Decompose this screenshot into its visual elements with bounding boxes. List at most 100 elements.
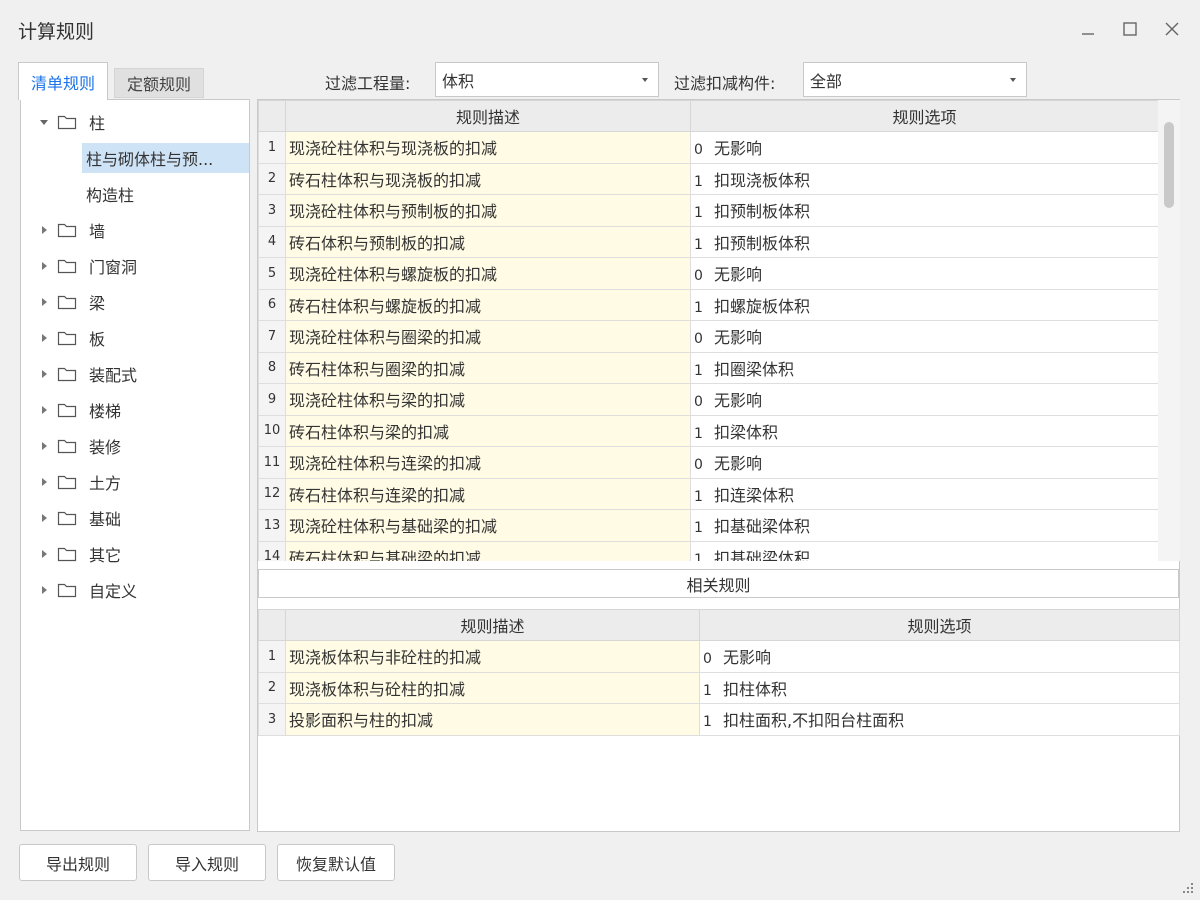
folder-icon (57, 403, 77, 418)
rule-option-cell[interactable]: 0 无影响 (690, 257, 1158, 290)
tree-node-label: 装修 (89, 438, 122, 457)
rule-option-cell[interactable]: 1 扣连梁体积 (690, 477, 1158, 510)
rule-option-cell[interactable]: 1 扣柱面积,不扣阳台柱面积 (699, 703, 1180, 736)
rule-option-cell[interactable]: 0 无影响 (690, 320, 1158, 353)
column-header-description[interactable]: 规则描述 (285, 100, 691, 132)
tab-quota-rules[interactable]: 定额规则 (114, 68, 204, 98)
tree-child-construction-column[interactable]: 构造柱 (82, 179, 134, 209)
rule-option-cell[interactable]: 1 扣预制板体积 (690, 225, 1158, 258)
quantity-filter-select[interactable]: 体积 (435, 62, 659, 97)
tree-node-3[interactable]: 板 (39, 323, 239, 353)
table-row[interactable]: 13 现浇砼柱体积与基础梁的扣减 1 扣基础梁体积 (258, 509, 1158, 542)
rule-option-cell[interactable]: 1 扣圈梁体积 (690, 351, 1158, 384)
rule-description-cell[interactable]: 现浇砼柱体积与预制板的扣减 (285, 194, 691, 227)
component-filter-value: 全部 (810, 71, 843, 91)
table-row[interactable]: 9 现浇砼柱体积与梁的扣减 0 无影响 (258, 383, 1158, 416)
table-row[interactable]: 7 现浇砼柱体积与圈梁的扣减 0 无影响 (258, 320, 1158, 353)
export-rules-button[interactable]: 导出规则 (19, 844, 137, 881)
tree-child-column-masonry[interactable]: 柱与砌体柱与预... (82, 143, 249, 173)
table-row[interactable]: 14 砖石柱体积与基础梁的扣减 1 扣基础梁体积 (258, 540, 1158, 561)
table-row[interactable]: 4 砖石体积与预制板的扣减 1 扣预制板体积 (258, 225, 1158, 258)
rule-option-cell[interactable]: 1 扣梁体积 (690, 414, 1158, 447)
rule-description-cell[interactable]: 现浇砼柱体积与螺旋板的扣减 (285, 257, 691, 290)
table-row[interactable]: 1 现浇砼柱体积与现浇板的扣减 0 无影响 (258, 131, 1158, 164)
scrollbar-thumb[interactable] (1164, 122, 1174, 208)
rule-description-cell[interactable]: 砖石柱体积与基础梁的扣减 (285, 540, 691, 561)
table-row[interactable]: 3 投影面积与柱的扣减 1 扣柱面积,不扣阳台柱面积 (258, 703, 1180, 736)
import-rules-button[interactable]: 导入规则 (148, 844, 266, 881)
rule-description-cell[interactable]: 现浇砼柱体积与基础梁的扣减 (285, 509, 691, 542)
rule-description-cell[interactable]: 砖石柱体积与梁的扣减 (285, 414, 691, 447)
column-header-option[interactable]: 规则选项 (690, 100, 1158, 132)
column-header-option[interactable]: 规则选项 (699, 609, 1180, 641)
rule-description-cell[interactable]: 投影面积与柱的扣减 (285, 703, 700, 736)
tree-node-column[interactable]: 柱 (39, 107, 239, 137)
option-code: 1 (694, 362, 703, 379)
rule-description-cell[interactable]: 现浇板体积与砼柱的扣减 (285, 671, 700, 704)
rule-option-cell[interactable]: 0 无影响 (690, 383, 1158, 416)
rule-option-cell[interactable]: 1 扣现浇板体积 (690, 162, 1158, 195)
rule-option-cell[interactable]: 1 扣基础梁体积 (690, 509, 1158, 542)
restore-defaults-button[interactable]: 恢复默认值 (277, 844, 395, 881)
rule-description-cell[interactable]: 砖石柱体积与现浇板的扣减 (285, 162, 691, 195)
rule-option-cell[interactable]: 1 扣柱体积 (699, 671, 1180, 704)
option-text: 扣预制板体积 (714, 202, 811, 222)
rule-option-cell[interactable]: 1 扣基础梁体积 (690, 540, 1158, 561)
tree-node-2[interactable]: 梁 (39, 287, 239, 317)
rule-description-cell[interactable]: 现浇板体积与非砼柱的扣减 (285, 640, 700, 673)
tree-node-9[interactable]: 其它 (39, 539, 239, 569)
tab-bill-rules[interactable]: 清单规则 (18, 62, 108, 100)
table-row[interactable]: 1 现浇板体积与非砼柱的扣减 0 无影响 (258, 640, 1180, 673)
minimize-button[interactable] (1075, 16, 1101, 42)
table-row[interactable]: 8 砖石柱体积与圈梁的扣减 1 扣圈梁体积 (258, 351, 1158, 384)
rule-description-cell[interactable]: 砖石柱体积与连梁的扣减 (285, 477, 691, 510)
row-number: 2 (258, 671, 286, 704)
option-text: 扣预制板体积 (714, 233, 811, 253)
related-rules-table: 规则描述 规则选项 1 现浇板体积与非砼柱的扣减 0 无影响 2 现浇板体积与砼柱的扣减 1… (258, 609, 1180, 736)
tree-node-5[interactable]: 楼梯 (39, 395, 239, 425)
row-number: 11 (258, 446, 286, 479)
table-row[interactable]: 2 现浇板体积与砼柱的扣减 1 扣柱体积 (258, 671, 1180, 704)
rule-description-cell[interactable]: 砖石柱体积与螺旋板的扣减 (285, 288, 691, 321)
tree-node-7[interactable]: 土方 (39, 467, 239, 497)
tree-node-1[interactable]: 门窗洞 (39, 251, 239, 281)
rule-option-cell[interactable]: 0 无影响 (690, 446, 1158, 479)
tree-node-label: 土方 (89, 474, 122, 493)
rule-option-cell[interactable]: 1 扣螺旋板体积 (690, 288, 1158, 321)
maximize-button[interactable] (1117, 16, 1143, 42)
rule-description-cell[interactable]: 砖石柱体积与圈梁的扣减 (285, 351, 691, 384)
folder-icon (57, 475, 77, 490)
rule-description-cell[interactable]: 现浇砼柱体积与连梁的扣减 (285, 446, 691, 479)
option-text: 扣连梁体积 (714, 485, 795, 505)
tree-node-8[interactable]: 基础 (39, 503, 239, 533)
rule-description-cell[interactable]: 现浇砼柱体积与圈梁的扣减 (285, 320, 691, 353)
option-text: 无影响 (714, 328, 763, 348)
tree-node-6[interactable]: 装修 (39, 431, 239, 461)
tree-node-label: 楼梯 (89, 402, 122, 421)
table-row[interactable]: 12 砖石柱体积与连梁的扣减 1 扣连梁体积 (258, 477, 1158, 510)
rule-option-cell[interactable]: 1 扣预制板体积 (690, 194, 1158, 227)
rule-description-cell[interactable]: 现浇砼柱体积与现浇板的扣减 (285, 131, 691, 164)
table-row[interactable]: 5 现浇砼柱体积与螺旋板的扣减 0 无影响 (258, 257, 1158, 290)
close-button[interactable] (1159, 16, 1185, 42)
rule-option-cell[interactable]: 0 无影响 (690, 131, 1158, 164)
table-row[interactable]: 6 砖石柱体积与螺旋板的扣减 1 扣螺旋板体积 (258, 288, 1158, 321)
title-bar: 计算规则 (0, 0, 1200, 60)
tree-node-4[interactable]: 装配式 (39, 359, 239, 389)
component-filter-select[interactable]: 全部 (803, 62, 1027, 97)
table-row[interactable]: 3 现浇砼柱体积与预制板的扣减 1 扣预制板体积 (258, 194, 1158, 227)
row-number: 2 (258, 162, 286, 195)
tree-node-10[interactable]: 自定义 (39, 575, 239, 605)
column-header-description[interactable]: 规则描述 (285, 609, 700, 641)
vertical-scrollbar[interactable] (1158, 100, 1180, 561)
table-row[interactable]: 2 砖石柱体积与现浇板的扣减 1 扣现浇板体积 (258, 162, 1158, 195)
row-number: 13 (258, 509, 286, 542)
tree-node-0[interactable]: 墙 (39, 215, 239, 245)
rule-option-cell[interactable]: 0 无影响 (699, 640, 1180, 673)
table-row[interactable]: 11 现浇砼柱体积与连梁的扣减 0 无影响 (258, 446, 1158, 479)
resize-grip-icon[interactable] (1182, 882, 1194, 894)
table-row[interactable]: 10 砖石柱体积与梁的扣减 1 扣梁体积 (258, 414, 1158, 447)
rule-description-cell[interactable]: 砖石体积与预制板的扣减 (285, 225, 691, 258)
tree-node-label: 梁 (89, 294, 106, 313)
rule-description-cell[interactable]: 现浇砼柱体积与梁的扣减 (285, 383, 691, 416)
